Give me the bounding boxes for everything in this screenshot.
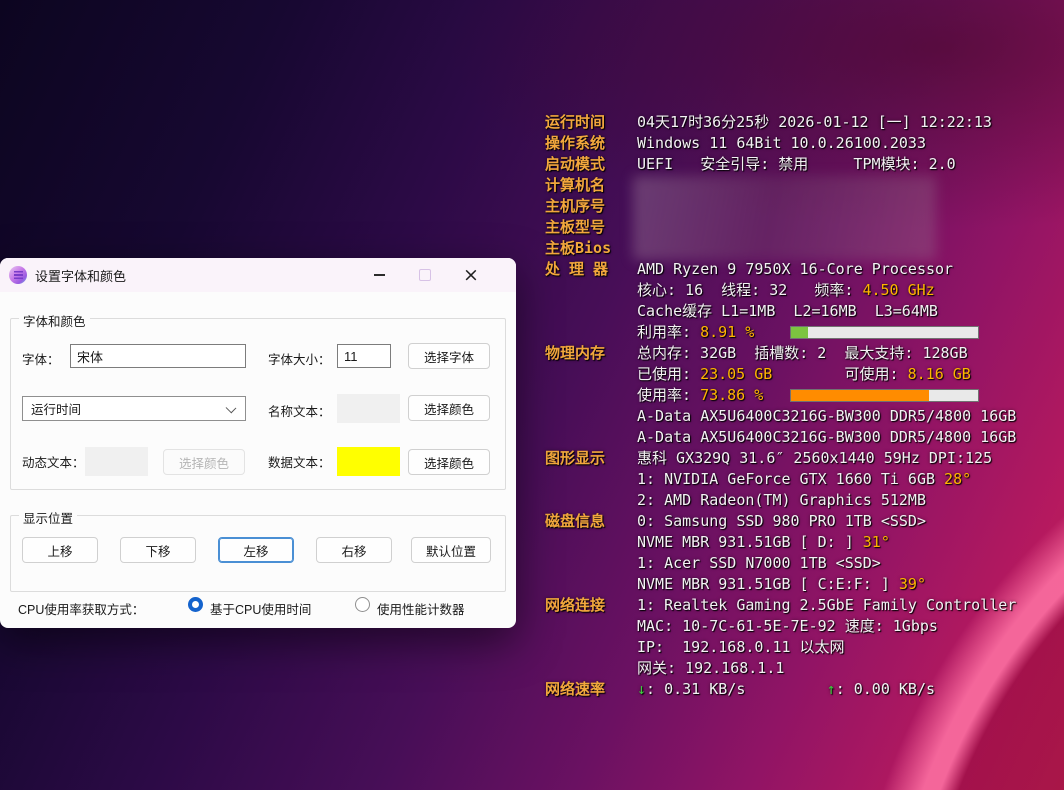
font-color-settings-dialog: 设置字体和颜色 × 字体和颜色 字体： 字体大小： 选择字体 运行时间 名称文本…	[0, 258, 516, 628]
display-position-group-label: 显示位置	[19, 508, 77, 527]
overlay-line: Cache缓存 L1=1MB L2=16MB L3=64MB	[545, 301, 1060, 322]
choose-font-button[interactable]: 选择字体	[408, 343, 490, 369]
font-color-group-label: 字体和颜色	[19, 311, 90, 330]
overlay-line: 图形显示惠科 GX329Q 31.6″ 2560x1440 59Hz DPI:1…	[545, 448, 1060, 469]
app-icon	[9, 266, 27, 284]
overlay-line: MAC: 10-7C-61-5E-7E-92 速度: 1Gbps	[545, 616, 1060, 637]
overlay-line: A-Data AX5U6400C3216G-BW300 DDR5/4800 16…	[545, 427, 1060, 448]
move-down-button[interactable]: 下移	[120, 537, 196, 563]
font-size-label: 字体大小：	[268, 349, 331, 368]
dynamic-text-choose-color-button: 选择颜色	[163, 449, 245, 475]
maximize-button[interactable]	[402, 258, 448, 292]
dialog-titlebar[interactable]: 设置字体和颜色 ×	[0, 258, 516, 292]
overlay-line: 主板Bios	[545, 238, 1060, 259]
radio-cpu-time[interactable]	[188, 597, 203, 612]
overlay-line: 计算机名	[545, 175, 1060, 196]
overlay-line: 网关: 192.168.1.1	[545, 658, 1060, 679]
overlay-line: 1: Acer SSD N7000 1TB <SSD>	[545, 553, 1060, 574]
overlay-line: 使用率: 73.86 %	[545, 385, 1060, 406]
font-name-input[interactable]	[70, 344, 246, 368]
overlay-line: 操作系统Windows 11 64Bit 10.0.26100.2033	[545, 133, 1060, 154]
default-position-button[interactable]: 默认位置	[411, 537, 491, 563]
overlay-line: NVME MBR 931.51GB [ D: ] 31°	[545, 532, 1060, 553]
cpu-method-label: CPU使用率获取方式：	[18, 599, 144, 618]
dialog-title: 设置字体和颜色	[35, 266, 126, 285]
item-dropdown[interactable]: 运行时间	[22, 396, 246, 421]
close-button[interactable]: ×	[448, 258, 494, 292]
radio-performance-counter[interactable]	[355, 597, 370, 612]
overlay-line: NVME MBR 931.51GB [ C:E:F: ] 39°	[545, 574, 1060, 595]
overlay-line: 物理内存总内存: 32GB 插槽数: 2 最大支持: 128GB	[545, 343, 1060, 364]
data-text-swatch	[337, 447, 400, 476]
overlay-line: 启动模式UEFI 安全引导: 禁用 TPM模块: 2.0	[545, 154, 1060, 175]
data-text-label: 数据文本：	[268, 452, 331, 471]
name-text-label: 名称文本：	[268, 401, 331, 420]
minimize-button[interactable]	[356, 258, 402, 292]
overlay-line: 利用率: 8.91 %	[545, 322, 1060, 343]
overlay-line: 1: NVIDIA GeForce GTX 1660 Ti 6GB 28°	[545, 469, 1060, 490]
move-right-button[interactable]: 右移	[316, 537, 392, 563]
move-up-button[interactable]: 上移	[22, 537, 98, 563]
cpu-usage-bar	[790, 326, 979, 339]
radio-performance-counter-label: 使用性能计数器	[377, 599, 465, 618]
close-icon: ×	[463, 266, 479, 285]
overlay-line: 处 理 器AMD Ryzen 9 7950X 16-Core Processor	[545, 259, 1060, 280]
overlay-line: 核心: 16 线程: 32 频率: 4.50 GHz	[545, 280, 1060, 301]
overlay-line: IP: 192.168.0.11 以太网	[545, 637, 1060, 658]
dynamic-text-label: 动态文本：	[22, 452, 85, 471]
overlay-line: 网络速率↓: 0.31 KB/s ↑: 0.00 KB/s	[545, 679, 1060, 700]
overlay-line: 磁盘信息0: Samsung SSD 980 PRO 1TB <SSD>	[545, 511, 1060, 532]
overlay-line: 已使用: 23.05 GB 可使用: 8.16 GB	[545, 364, 1060, 385]
font-label: 字体：	[22, 349, 60, 368]
system-overlay: 运行时间04天17时36分25秒 2026-01-12 [一] 12:22:13…	[545, 112, 1060, 700]
chevron-down-icon	[226, 403, 237, 414]
overlay-line: 网络连接1: Realtek Gaming 2.5GbE Family Cont…	[545, 595, 1060, 616]
font-size-input[interactable]	[337, 344, 391, 368]
move-left-button[interactable]: 左移	[218, 537, 294, 563]
data-text-choose-color-button[interactable]: 选择颜色	[408, 449, 490, 475]
memory-usage-bar	[790, 389, 979, 402]
overlay-line: 运行时间04天17时36分25秒 2026-01-12 [一] 12:22:13	[545, 112, 1060, 133]
overlay-line: 2: AMD Radeon(TM) Graphics 512MB	[545, 490, 1060, 511]
minimize-icon	[374, 274, 385, 276]
dynamic-text-swatch	[85, 447, 148, 476]
radio-cpu-time-label: 基于CPU使用时间	[210, 599, 311, 618]
name-text-choose-color-button[interactable]: 选择颜色	[408, 395, 490, 421]
overlay-line: A-Data AX5U6400C3216G-BW300 DDR5/4800 16…	[545, 406, 1060, 427]
overlay-line: 主板型号	[545, 217, 1060, 238]
name-text-swatch	[337, 394, 400, 423]
maximize-icon	[419, 269, 431, 281]
overlay-line: 主机序号	[545, 196, 1060, 217]
item-dropdown-value: 运行时间	[31, 399, 81, 418]
